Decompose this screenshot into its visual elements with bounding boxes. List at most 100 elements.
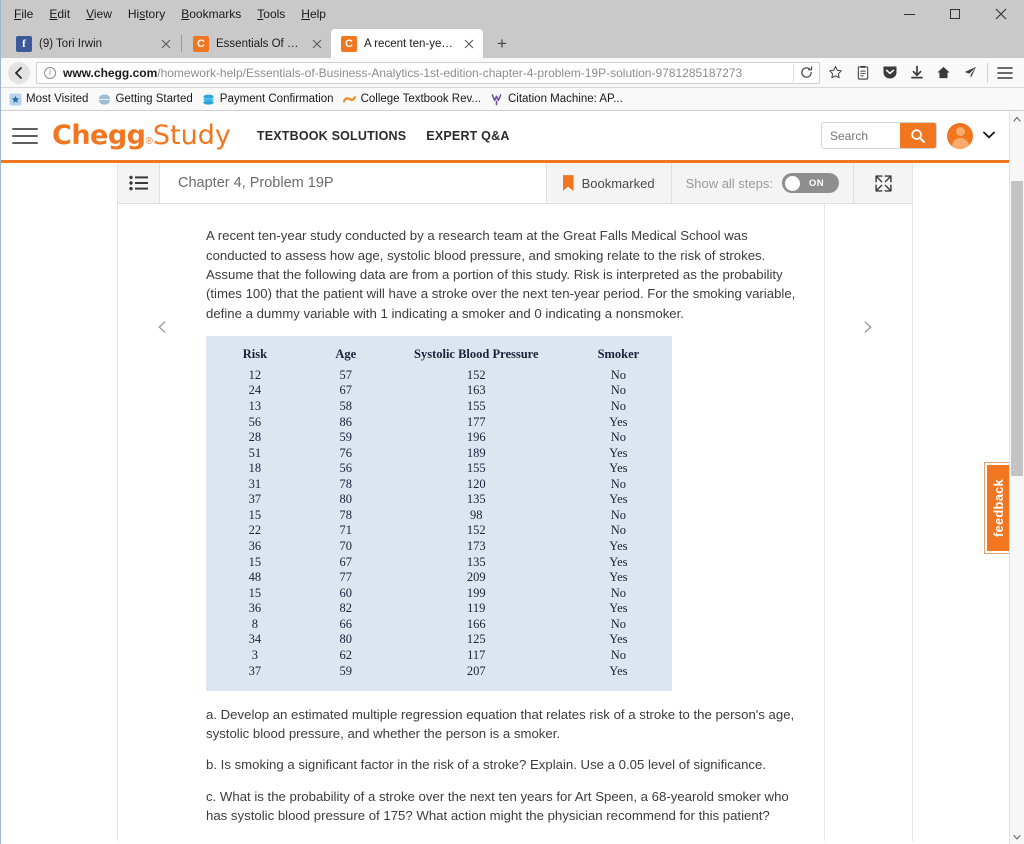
table-row: 36 82 119 Yes bbox=[206, 601, 672, 617]
cell-risk: 28 bbox=[248, 430, 262, 445]
new-tab-button[interactable]: + bbox=[488, 30, 516, 58]
bookmarked-button[interactable]: Bookmarked bbox=[547, 163, 672, 204]
menu-file[interactable]: File bbox=[6, 4, 41, 24]
show-all-steps-toggle[interactable]: ON bbox=[782, 173, 839, 194]
menu-view[interactable]: View bbox=[78, 4, 120, 24]
bookmark-label: Citation Machine: AP... bbox=[507, 93, 623, 105]
scrollbar-thumb[interactable] bbox=[1011, 181, 1023, 476]
stroke-risk-data-table: Risk Age Systolic Blood Pressure Smoker … bbox=[206, 336, 672, 691]
reader-view-icon[interactable] bbox=[849, 60, 876, 86]
cell-sbp: 209 bbox=[466, 570, 486, 585]
site-info-icon[interactable]: i bbox=[41, 64, 59, 82]
cell-sbp: 155 bbox=[466, 461, 486, 476]
cell-smoker: No bbox=[610, 398, 627, 413]
cell-risk: 15 bbox=[248, 554, 262, 569]
solution-main: Chapter 4, Problem 19P Bookmarked Show a… bbox=[118, 163, 912, 841]
cell-age: 70 bbox=[339, 539, 353, 554]
menu-hamburger-icon[interactable] bbox=[991, 60, 1018, 86]
cell-sbp: 135 bbox=[466, 492, 486, 507]
cell-age: 67 bbox=[339, 383, 353, 398]
nav-textbook-solutions[interactable]: TEXTBOOK SOLUTIONS bbox=[257, 129, 406, 143]
bookmark-getting-started[interactable]: Getting Started bbox=[94, 91, 198, 107]
scroll-up-arrow[interactable] bbox=[1010, 111, 1024, 126]
bookmark-label: Payment Confirmation bbox=[219, 93, 334, 105]
nav-expert-qa[interactable]: EXPERT Q&A bbox=[426, 129, 509, 143]
menu-help[interactable]: Help bbox=[293, 4, 334, 24]
browser-tab-facebook[interactable]: f (9) Tori Irwin bbox=[6, 29, 180, 58]
reload-icon[interactable] bbox=[795, 63, 817, 83]
bookmark-star-icon[interactable] bbox=[822, 60, 849, 86]
cell-age: 66 bbox=[339, 616, 353, 631]
avatar[interactable] bbox=[947, 122, 973, 149]
prev-problem-control[interactable]: ‹ bbox=[118, 204, 206, 841]
cell-risk: 34 bbox=[248, 632, 262, 647]
pocket-shield-icon[interactable] bbox=[876, 60, 903, 86]
send-page-icon[interactable] bbox=[957, 60, 984, 86]
chevron-right-icon[interactable]: › bbox=[863, 312, 875, 841]
url-divider bbox=[793, 63, 794, 82]
feedback-label: feedback bbox=[990, 479, 1006, 537]
table-row: 22 71 152 No bbox=[206, 523, 672, 539]
bookmark-citation-machine[interactable]: Citation Machine: AP... bbox=[487, 91, 629, 107]
tab-close-icon[interactable] bbox=[461, 36, 477, 52]
navigation-toolbar: i www.chegg.com/homework-help/Essentials… bbox=[0, 58, 1024, 88]
feedback-tab[interactable]: feedback bbox=[985, 463, 1009, 553]
cell-smoker: Yes bbox=[609, 539, 628, 554]
search-input[interactable] bbox=[822, 123, 900, 148]
url-path: /homework-help/Essentials-of-Business-An… bbox=[157, 65, 743, 80]
back-button[interactable] bbox=[6, 60, 32, 86]
downloads-icon[interactable] bbox=[903, 60, 930, 86]
fullscreen-button[interactable] bbox=[854, 163, 912, 203]
menu-bookmarks[interactable]: Bookmarks bbox=[173, 4, 249, 24]
page-scrollbar[interactable] bbox=[1009, 111, 1024, 844]
chevron-left-icon[interactable]: ‹ bbox=[156, 312, 168, 841]
minimize-button[interactable] bbox=[886, 0, 932, 28]
globe-icon bbox=[97, 92, 111, 106]
menu-history[interactable]: History bbox=[120, 4, 173, 24]
cell-age: 80 bbox=[339, 632, 353, 647]
facebook-icon: f bbox=[16, 35, 32, 52]
search-box[interactable] bbox=[821, 122, 937, 149]
tab-close-icon[interactable] bbox=[158, 36, 174, 52]
bookmark-most-visited[interactable]: Most Visited bbox=[5, 91, 94, 107]
tab-close-icon[interactable] bbox=[309, 36, 325, 52]
page-viewport: Chegg ® Study TEXTBOOK SOLUTIONS EXPERT Q&… bbox=[0, 111, 1024, 844]
cell-smoker: Yes bbox=[609, 554, 628, 569]
url-bar[interactable]: i www.chegg.com/homework-help/Essentials… bbox=[36, 61, 820, 84]
cell-age: 86 bbox=[339, 414, 353, 429]
chevron-down-icon[interactable] bbox=[983, 130, 995, 142]
cell-sbp: 199 bbox=[466, 585, 486, 600]
home-icon[interactable] bbox=[930, 60, 957, 86]
next-problem-control[interactable]: › bbox=[824, 204, 912, 841]
bookmark-flag-icon bbox=[562, 175, 574, 192]
window-left-border bbox=[0, 0, 1, 844]
cell-smoker: No bbox=[610, 523, 627, 538]
cell-smoker: Yes bbox=[609, 632, 628, 647]
bookmark-college-textbook-rev[interactable]: College Textbook Rev... bbox=[340, 91, 487, 107]
cell-sbp: 173 bbox=[466, 539, 486, 554]
cell-risk: 51 bbox=[248, 445, 262, 460]
citation-icon bbox=[490, 92, 504, 106]
cell-smoker: No bbox=[610, 383, 627, 398]
search-button[interactable] bbox=[900, 123, 936, 148]
maximize-button[interactable] bbox=[932, 0, 978, 28]
tab-title: (9) Tori Irwin bbox=[39, 37, 103, 50]
cell-smoker: No bbox=[610, 585, 627, 600]
brand-registered: ® bbox=[145, 136, 153, 147]
browser-tab-active-problem[interactable]: C A recent ten-year study co... bbox=[331, 29, 483, 58]
close-button[interactable] bbox=[978, 0, 1024, 28]
toc-list-button[interactable] bbox=[118, 163, 160, 204]
menu-edit[interactable]: Edit bbox=[41, 4, 78, 24]
tab-strip: f (9) Tori Irwin C Essentials Of Busines… bbox=[0, 28, 1024, 58]
brand-primary: Chegg bbox=[52, 120, 146, 151]
browser-tab-essentials[interactable]: C Essentials Of Business Ana... bbox=[183, 29, 331, 58]
chegg-logo[interactable]: Chegg ® Study bbox=[52, 122, 231, 149]
cell-age: 78 bbox=[339, 476, 353, 491]
scrollbar-track[interactable] bbox=[1010, 126, 1024, 829]
bookmark-payment-confirmation[interactable]: Payment Confirmation bbox=[199, 91, 340, 107]
brand-secondary: Study bbox=[152, 120, 231, 151]
menu-tools[interactable]: Tools bbox=[249, 4, 293, 24]
site-menu-icon[interactable] bbox=[10, 121, 40, 151]
scroll-down-arrow[interactable] bbox=[1010, 829, 1024, 844]
problem-title: Chapter 4, Problem 19P bbox=[160, 163, 547, 204]
